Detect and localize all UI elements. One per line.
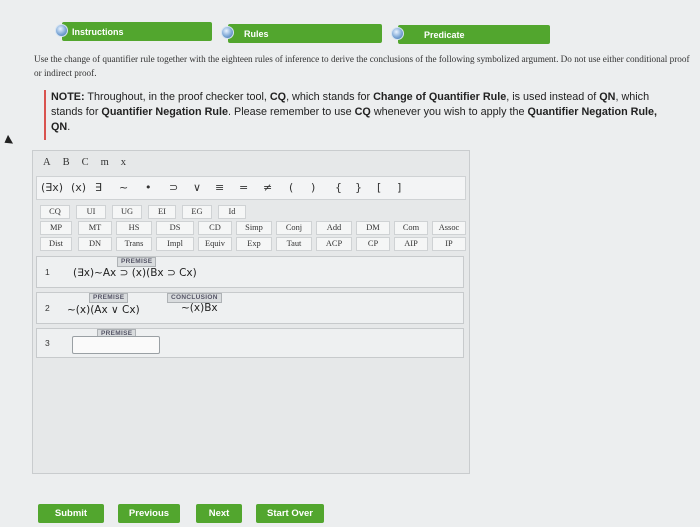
note-text: Throughout, in the proof checker tool, [84,91,270,103]
rule-button-taut[interactable]: Taut [276,237,312,251]
rule-button-trans[interactable]: Trans [116,237,152,251]
rule-button-conj[interactable]: Conj [276,221,312,235]
rule-button-exp[interactable]: Exp [236,237,272,251]
rule-button-mp[interactable]: MP [40,221,72,235]
rule-button-dm[interactable]: DM [356,221,390,235]
premise-formula: ~(x)(Ax ∨ Cx) [67,304,140,316]
rule-button-acp[interactable]: ACP [316,237,352,251]
conclusion-formula: ~(x)Bx [181,302,218,314]
rule-button-ds[interactable]: DS [156,221,194,235]
symbol-button[interactable]: ] [397,181,401,194]
symbol-button[interactable]: ∃ [95,181,102,194]
line-number: 2 [45,303,50,313]
symbol-button[interactable]: } [355,181,362,194]
previous-button[interactable]: Previous [118,504,180,523]
rule-button-ug[interactable]: UG [112,205,142,219]
symbol-toolbar: (∃x) (x) ∃ ~ • ⊃ ∨ ≡ = ≠ ( ) { } [ ] [36,176,466,200]
tab-status-icon [55,24,68,37]
note-text: , which stands for [286,91,374,103]
variable-button[interactable]: B [63,157,70,168]
note-box: NOTE: Throughout, in the proof checker t… [44,90,674,140]
start-over-button[interactable]: Start Over [256,504,324,523]
symbol-button[interactable]: = [239,181,248,194]
rule-button-id[interactable]: Id [218,205,246,219]
rule-button-cd[interactable]: CD [198,221,232,235]
rule-button-ip[interactable]: IP [432,237,466,251]
symbol-button[interactable]: { [335,181,342,194]
line-number: 1 [45,267,50,277]
rule-button-simp[interactable]: Simp [236,221,272,235]
variable-button[interactable]: A [43,157,51,168]
symbol-button[interactable]: ∨ [193,181,201,194]
next-button[interactable]: Next [196,504,242,523]
symbol-button[interactable]: • [145,181,152,194]
note-text: . Please remember to use [228,106,355,118]
note-text: , is used instead of [506,91,600,103]
proof-line-2: 2 PREMISE ~(x)(Ax ∨ Cx) CONCLUSION ~(x)B… [36,292,464,324]
proof-line-1: 1 PREMISE (∃x)~Ax ⊃ (x)(Bx ⊃ Cx) [36,256,464,288]
note-text: whenever you wish to apply the [370,106,528,118]
note-bold: QN [599,91,616,103]
tab-label: Rules [244,28,269,39]
rule-button-cq[interactable]: CQ [40,205,70,219]
symbol-button[interactable]: ≠ [263,181,272,194]
tab-status-icon [221,26,234,39]
tab-instructions[interactable]: Instructions [55,22,212,41]
rule-button-mt[interactable]: MT [78,221,112,235]
premise-tag: PREMISE [89,293,129,303]
rule-button-com[interactable]: Com [394,221,428,235]
proof-line-input[interactable] [72,336,160,354]
symbol-button[interactable]: (x) [71,181,86,194]
rule-button-hs[interactable]: HS [116,221,152,235]
rule-button-cp[interactable]: CP [356,237,390,251]
symbol-button[interactable]: ⊃ [169,181,178,194]
tab-label: Predicate [424,29,465,40]
mouse-cursor-icon [1,134,14,148]
rule-button-dist[interactable]: Dist [40,237,72,251]
tab-status-icon [391,27,404,40]
variable-button[interactable]: C [82,157,89,168]
note-bold: Change of Quantifier Rule [373,91,507,103]
instructions-text: Use the change of quantifier rule togeth… [34,54,690,78]
premise-tag: PREMISE [117,257,157,267]
rule-button-dn[interactable]: DN [78,237,112,251]
rule-button-ei[interactable]: EI [148,205,176,219]
symbol-button[interactable]: ≡ [215,181,224,194]
symbol-button[interactable]: (∃x) [41,181,63,194]
symbol-button[interactable]: ( [289,181,293,194]
symbol-button[interactable]: ~ [119,181,128,194]
submit-button[interactable]: Submit [38,504,104,523]
rule-button-impl[interactable]: Impl [156,237,194,251]
rule-button-equiv[interactable]: Equiv [198,237,232,251]
variable-row: A B C m x [43,157,126,168]
rule-button-eg[interactable]: EG [182,205,212,219]
symbol-button[interactable]: ) [311,181,315,194]
tab-predicate[interactable]: Predicate [391,25,550,44]
rule-button-ui[interactable]: UI [76,205,106,219]
rule-button-assoc[interactable]: Assoc [432,221,466,235]
premise-formula: (∃x)~Ax ⊃ (x)(Bx ⊃ Cx) [73,267,197,279]
tab-rules[interactable]: Rules [221,24,382,43]
line-number: 3 [45,338,50,348]
note-bold: CQ [354,106,371,118]
variable-button[interactable]: x [121,157,126,168]
rule-button-add[interactable]: Add [316,221,352,235]
variable-button[interactable]: m [101,157,109,168]
rule-button-aip[interactable]: AIP [394,237,428,251]
note-bold: Quantifier Negation Rule [101,106,228,118]
note-bold: CQ [269,91,287,103]
symbol-button[interactable]: [ [377,181,381,194]
tab-label: Instructions [72,26,124,37]
note-prefix: NOTE: [51,91,85,103]
note-text: . [67,121,71,133]
